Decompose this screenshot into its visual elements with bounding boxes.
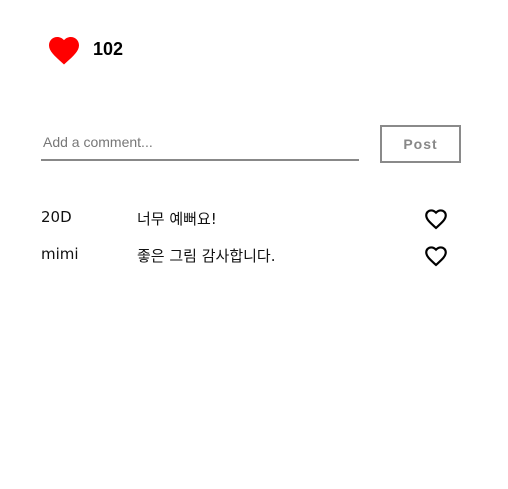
post-button[interactable]: Post [380,125,461,163]
comment-text: 너무 예뻐요! [137,210,217,228]
comment-username: 20D [41,208,72,226]
heart-filled-icon[interactable] [46,32,82,66]
comment-form: Post [41,125,461,163]
like-count: 102 [93,38,124,59]
comment-list: 20D 너무 예뻐요! mimi 좋은 그림 감사합니다. [41,203,461,277]
heart-outline-icon[interactable] [423,243,449,267]
comment-item: 20D 너무 예뻐요! [41,203,461,240]
comment-username: mimi [41,245,79,263]
comment-text: 좋은 그림 감사합니다. [137,247,276,265]
like-section: 102 [46,32,123,66]
comment-input[interactable] [41,125,359,161]
heart-outline-icon[interactable] [423,206,449,230]
comment-item: mimi 좋은 그림 감사합니다. [41,240,461,277]
